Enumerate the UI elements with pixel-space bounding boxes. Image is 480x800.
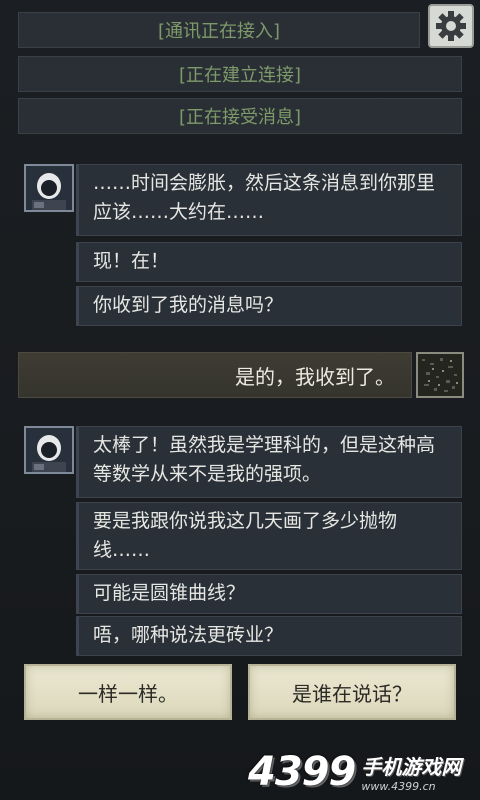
astronaut-icon (26, 166, 72, 210)
status-line-3: [正在接受消息] (18, 98, 462, 134)
choice-button-2[interactable]: 是谁在说话？ (248, 664, 456, 720)
game-screen: [通讯正在接入] [正在建立连接] [正在接受消息] ……时间会膨胀，然后这条消… (0, 0, 480, 800)
status-line-1: [通讯正在接入] (18, 12, 420, 48)
astronaut-avatar-2 (24, 426, 74, 474)
watermark-logo: 4399 (248, 749, 356, 795)
npc-message-5: 要是我跟你说我这几天画了多少抛物线…… (76, 502, 462, 570)
watermark-name: 手机游戏网 (361, 755, 462, 779)
watermark-url: www.4399.cn (361, 780, 436, 793)
npc-message-1: ……时间会膨胀，然后这条消息到你那里应该……大约在…… (76, 164, 462, 236)
npc-message-3: 你收到了我的消息吗？ (76, 286, 462, 326)
npc-message-4: 太棒了！虽然我是学理科的，但是这种高等数学从来不是我的强项。 (76, 426, 462, 498)
static-noise-icon (418, 354, 462, 396)
status-line-2: [正在建立连接] (18, 56, 462, 92)
player-reply: 是的，我收到了。 (18, 352, 412, 398)
npc-message-6: 可能是圆锥曲线？ (76, 574, 462, 614)
npc-message-7: 唔，哪种说法更砖业？ (76, 616, 462, 656)
settings-button[interactable] (428, 4, 474, 48)
watermark: 4399 手机游戏网 www.4399.cn (248, 744, 480, 800)
gear-icon (436, 11, 466, 41)
astronaut-avatar (24, 164, 74, 212)
player-avatar (416, 352, 464, 398)
astronaut-icon (26, 428, 72, 472)
npc-message-2: 现！在！ (76, 242, 462, 282)
choice-button-1[interactable]: 一样一样。 (24, 664, 232, 720)
